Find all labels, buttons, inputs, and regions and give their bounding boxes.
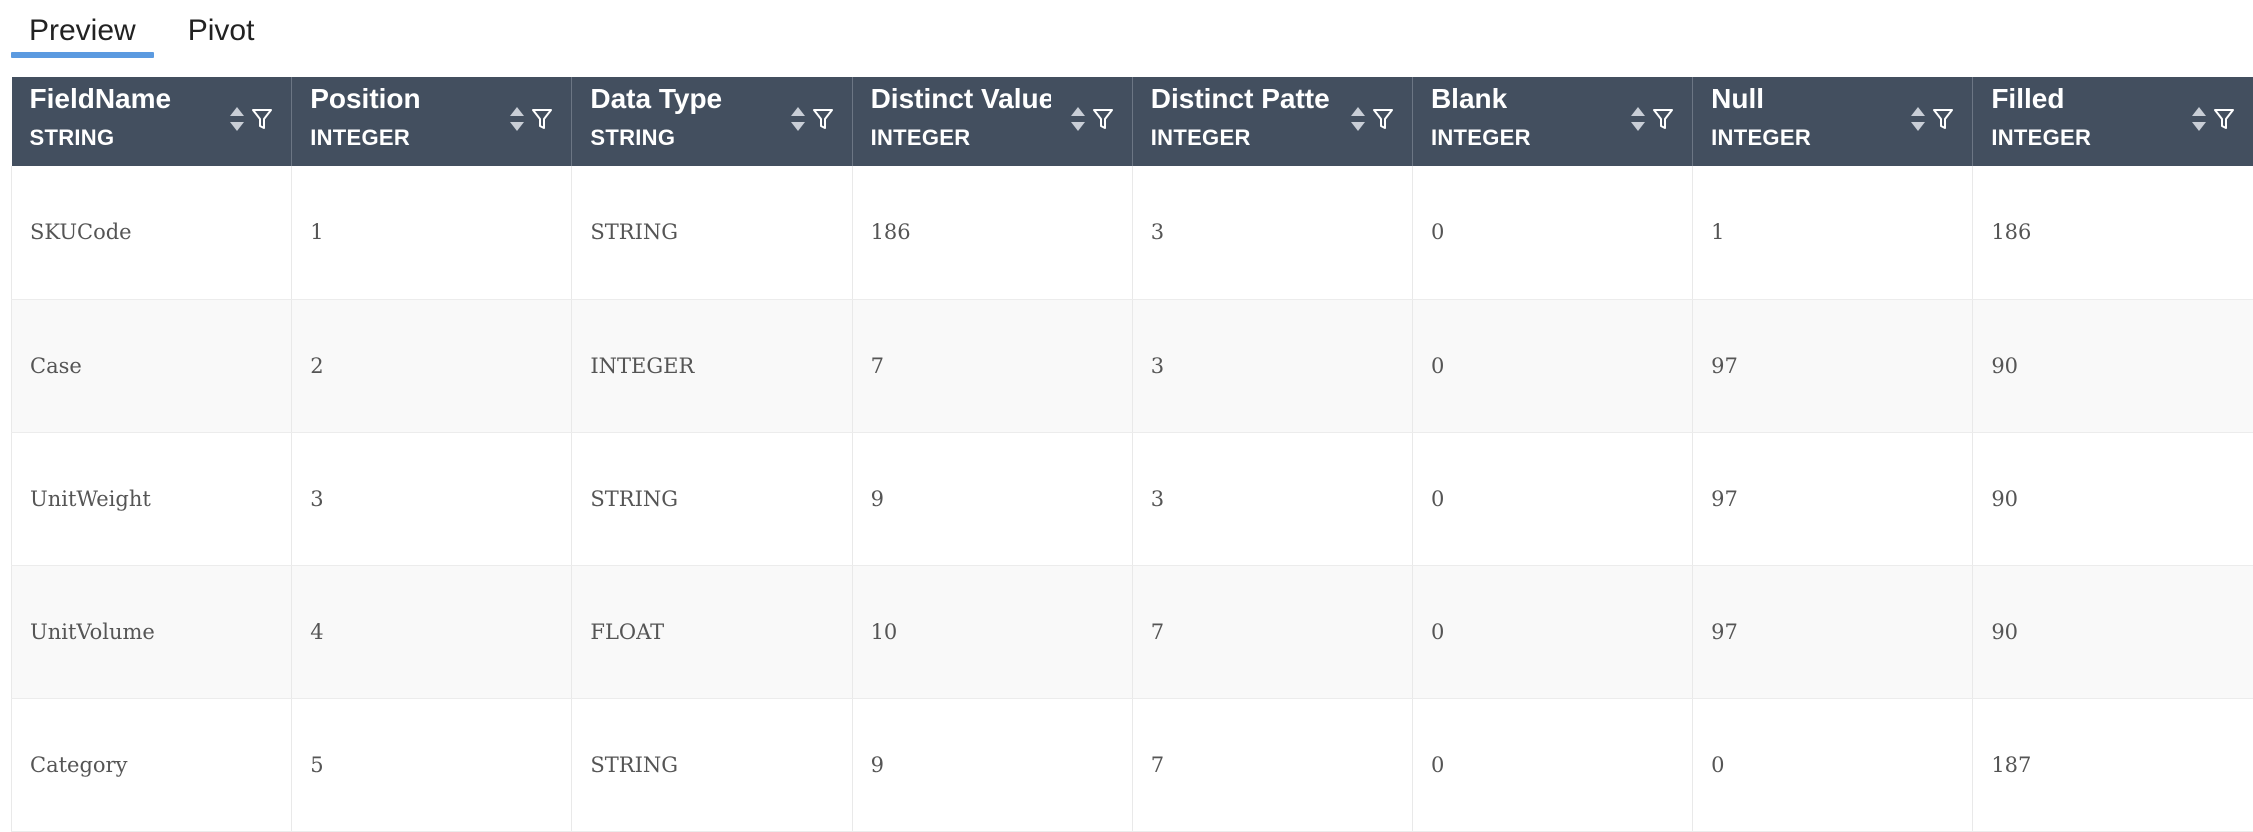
table-cell[interactable]: Category [12,698,292,831]
filter-icon[interactable] [812,107,834,131]
filter-icon[interactable] [2213,107,2235,131]
table-cell[interactable]: 0 [1412,432,1692,565]
filter-icon[interactable] [531,107,553,131]
table-cell[interactable]: 3 [1132,299,1412,432]
table-cell[interactable]: 1 [1693,166,1973,299]
table-cell[interactable]: 0 [1412,565,1692,698]
table-row[interactable]: Category 5 STRING 9 7 0 0 187 [12,698,2253,831]
table-cell[interactable]: 0 [1412,166,1692,299]
table-cell[interactable]: STRING [572,698,852,831]
filter-icon[interactable] [1652,107,1674,131]
table-cell[interactable]: 90 [1973,565,2253,698]
table-cell[interactable]: STRING [572,432,852,565]
table-cell[interactable]: 9 [852,432,1132,565]
table-cell[interactable]: 3 [1132,432,1412,565]
table-cell[interactable]: 5 [292,698,572,831]
table-cell[interactable]: UnitWeight [12,432,292,565]
column-name: Data Type [590,83,722,115]
table-cell[interactable]: 7 [1132,698,1412,831]
table-cell[interactable]: 90 [1973,432,2253,565]
filter-icon[interactable] [251,107,273,131]
column-name: Position [310,83,420,115]
table-cell[interactable]: 9 [852,698,1132,831]
table-cell[interactable]: 97 [1693,432,1973,565]
column-type: STRING [30,125,115,151]
table-cell[interactable]: 7 [1132,565,1412,698]
table-row[interactable]: UnitVolume 4 FLOAT 10 7 0 97 90 [12,565,2253,698]
column-type: INTEGER [871,125,971,151]
column-type: STRING [590,125,675,151]
column-name: Filled [1991,83,2064,115]
column-header-data-type[interactable]: Data Type STRING [572,77,852,166]
sort-icon[interactable] [2191,105,2207,133]
table-cell[interactable]: 90 [1973,299,2253,432]
tab-pivot[interactable]: Pivot [170,0,273,60]
sort-icon[interactable] [509,105,525,133]
sort-icon[interactable] [790,105,806,133]
table-cell[interactable]: UnitVolume [12,565,292,698]
tab-bar: Preview Pivot [11,0,272,60]
sort-icon[interactable] [1910,105,1926,133]
column-name: Distinct Patte... [1151,83,1331,115]
column-header-blank[interactable]: Blank INTEGER [1412,77,1692,166]
table-cell[interactable]: 97 [1693,565,1973,698]
column-type: INTEGER [1431,125,1531,151]
filter-icon[interactable] [1932,107,1954,131]
table-row[interactable]: UnitWeight 3 STRING 9 3 0 97 90 [12,432,2253,565]
sort-icon[interactable] [1350,105,1366,133]
column-type: INTEGER [310,125,410,151]
column-type: INTEGER [1151,125,1251,151]
column-type: INTEGER [1991,125,2091,151]
sort-icon[interactable] [1070,105,1086,133]
table-row[interactable]: SKUCode 1 STRING 186 3 0 1 186 [12,166,2253,299]
column-name: Distinct Values [871,83,1051,115]
table-cell[interactable]: 4 [292,565,572,698]
table-cell[interactable]: 2 [292,299,572,432]
table-cell[interactable]: 7 [852,299,1132,432]
table-row[interactable]: Case 2 INTEGER 7 3 0 97 90 [12,299,2253,432]
table-cell[interactable]: 1 [292,166,572,299]
table-cell[interactable]: 186 [852,166,1132,299]
column-name: FieldName [30,83,172,115]
column-header-distinct-patterns[interactable]: Distinct Patte... INTEGER [1132,77,1412,166]
table-cell[interactable]: SKUCode [12,166,292,299]
header-row: FieldName STRING Position INTEGER Data T… [12,77,2253,166]
table-cell[interactable]: 10 [852,565,1132,698]
sort-icon[interactable] [1630,105,1646,133]
data-grid: FieldName STRING Position INTEGER Data T… [11,77,2253,832]
table-cell[interactable]: 186 [1973,166,2253,299]
table-cell[interactable]: FLOAT [572,565,852,698]
filter-icon[interactable] [1372,107,1394,131]
column-type: INTEGER [1711,125,1811,151]
table-cell[interactable]: INTEGER [572,299,852,432]
table-cell[interactable]: 0 [1693,698,1973,831]
column-header-position[interactable]: Position INTEGER [292,77,572,166]
sort-icon[interactable] [229,105,245,133]
table-cell[interactable]: 0 [1412,299,1692,432]
table-cell[interactable]: 97 [1693,299,1973,432]
column-name: Blank [1431,83,1507,115]
table-cell[interactable]: 187 [1973,698,2253,831]
column-header-distinct-values[interactable]: Distinct Values INTEGER [852,77,1132,166]
table-cell[interactable]: 3 [292,432,572,565]
table-cell[interactable]: Case [12,299,292,432]
table-cell[interactable]: STRING [572,166,852,299]
table-cell[interactable]: 3 [1132,166,1412,299]
column-header-filled[interactable]: Filled INTEGER [1973,77,2253,166]
tab-preview[interactable]: Preview [11,0,154,60]
column-name: Null [1711,83,1764,115]
column-header-null[interactable]: Null INTEGER [1693,77,1973,166]
filter-icon[interactable] [1092,107,1114,131]
column-header-fieldname[interactable]: FieldName STRING [12,77,292,166]
table-cell[interactable]: 0 [1412,698,1692,831]
